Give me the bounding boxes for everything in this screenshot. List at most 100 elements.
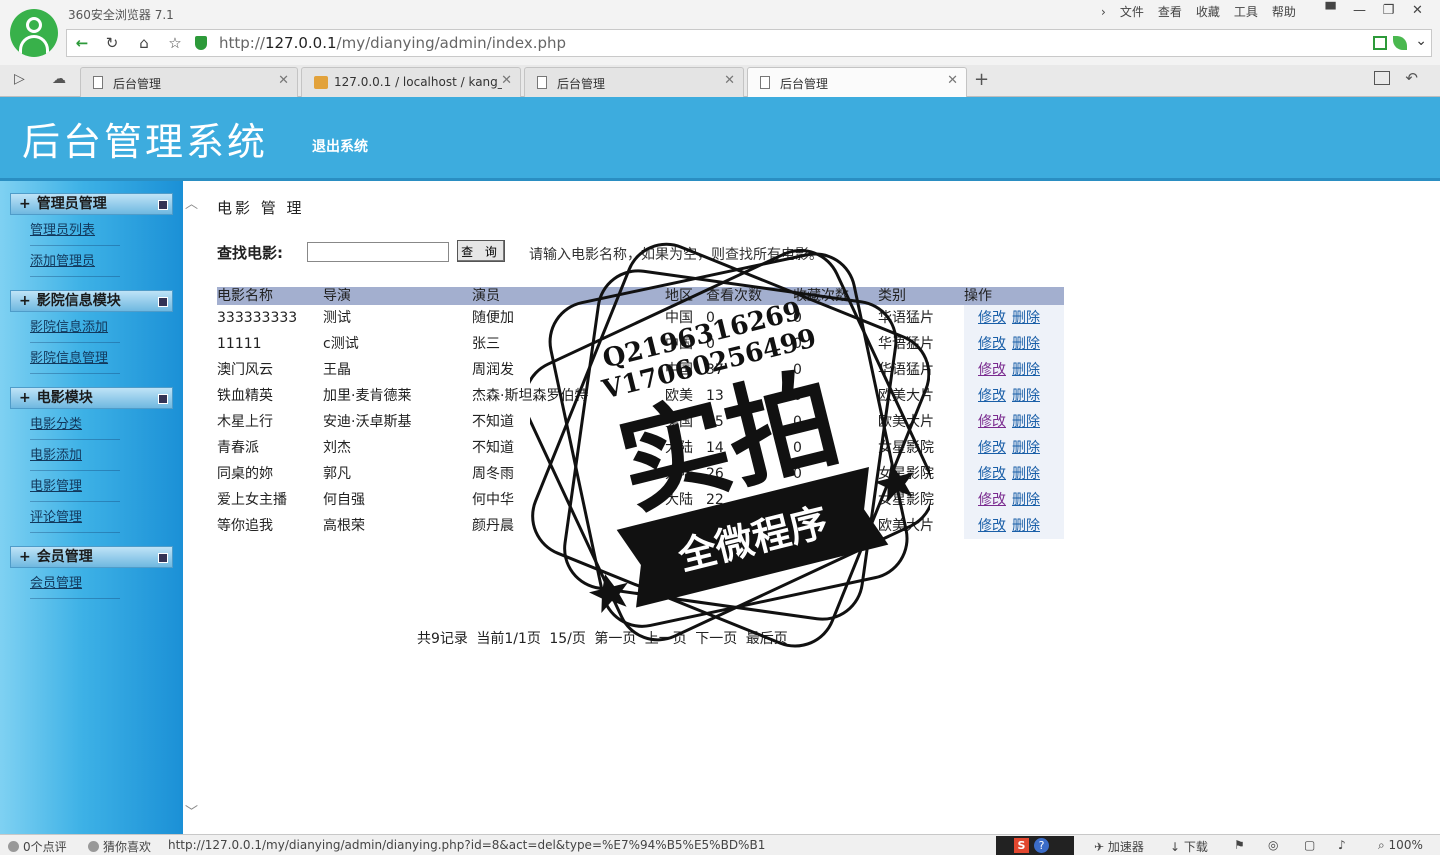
collapse-icon[interactable] [158,394,168,404]
edit-link[interactable]: 修改 [978,518,1006,534]
undo-close-icon[interactable]: ↶ [1405,69,1418,87]
sidebar-group-header[interactable]: + 电影模块 [10,387,173,409]
cloud-icon[interactable]: ☁ [52,71,66,87]
search-button[interactable]: 查 询 [457,240,505,262]
security-shield-icon[interactable] [195,36,207,50]
sidebar-group-header[interactable]: + 影院信息模块 [10,290,173,312]
sidebar-item-member-manage[interactable]: 会员管理 [30,568,120,599]
pager-first[interactable]: 第一页 [594,631,636,647]
collapse-icon[interactable] [158,200,168,210]
edit-link[interactable]: 修改 [978,440,1006,456]
scroll-down-icon[interactable]: ﹀ [185,801,198,820]
window-list-icon[interactable] [1374,71,1390,85]
sidebar-toggle-icon[interactable]: ▷ [14,71,25,87]
tab-3[interactable]: 后台管理 ✕ [524,67,744,97]
refresh-icon[interactable]: ↻ [101,33,123,53]
chevron-down-icon[interactable]: ⌄ [1415,33,1427,49]
pager-next[interactable]: 下一页 [695,631,737,647]
row-actions: 修改 删除 [964,487,1064,513]
sidebar-item-admin-list[interactable]: 管理员列表 [30,215,120,246]
sogou-icon[interactable]: S [1014,838,1029,853]
help-icon[interactable]: ? [1034,838,1049,853]
sidebar-item-add-admin[interactable]: 添加管理员 [30,246,120,277]
pager-prev[interactable]: 上一页 [645,631,687,647]
edit-link[interactable]: 修改 [978,362,1006,378]
delete-link[interactable]: 删除 [1012,414,1040,430]
sidebar-item-movie-add[interactable]: 电影添加 [30,440,120,471]
menu-view[interactable]: 查看 [1151,4,1189,20]
table-cell: 0 [706,310,715,326]
edit-link[interactable]: 修改 [978,466,1006,482]
collapse-icon[interactable] [158,297,168,307]
col-header: 查看次数 [706,287,793,305]
browser-icon[interactable]: ◎ [1268,838,1278,852]
scroll-up-icon[interactable]: ︿ [185,193,198,212]
tab-close-icon[interactable]: ✕ [501,73,512,88]
sidebar-item-cinema-manage[interactable]: 影院信息管理 [30,343,120,374]
delete-link[interactable]: 删除 [1012,492,1040,508]
table-row: 铁血精英 加里·麦肯德莱 杰森·斯坦森罗伯特 欧美 13 0 欧美大片 修改 删除 [217,383,1064,409]
accelerator-button[interactable]: ✈ 加速器 [1094,838,1144,855]
menu-more-icon[interactable]: › [1094,4,1113,20]
delete-link[interactable]: 删除 [1012,310,1040,326]
close-window-icon[interactable]: ✕ [1403,2,1432,20]
sidebar-group-header[interactable]: + 会员管理 [10,546,173,568]
table-cell: 0 [793,518,802,534]
home-icon[interactable]: ⌂ [133,33,155,53]
skin-icon[interactable]: ▀ [1316,2,1345,20]
speaker-icon[interactable]: ♪ [1338,838,1346,852]
tab-1[interactable]: 后台管理 ✕ [80,67,298,97]
comments-status[interactable]: 0个点评 [8,838,67,855]
qr-code-icon[interactable] [1373,36,1387,50]
edit-link[interactable]: 修改 [978,414,1006,430]
sidebar-item-cinema-add[interactable]: 影院信息添加 [30,312,120,343]
restore-icon[interactable]: ❐ [1374,2,1403,20]
delete-link[interactable]: 删除 [1012,518,1040,534]
download-button[interactable]: ↓ 下载 [1170,838,1208,855]
edit-link[interactable]: 修改 [978,492,1006,508]
zoom-level[interactable]: ⌕ 100% [1378,838,1423,853]
delete-link[interactable]: 删除 [1012,466,1040,482]
new-tab-button[interactable]: + [974,69,989,90]
table-cell: 澳门风云 [217,362,273,378]
delete-link[interactable]: 删除 [1012,362,1040,378]
search-input[interactable] [307,242,449,262]
page-title: 电影 管 理 [217,199,305,217]
ime-toolbar[interactable]: S? [996,836,1074,855]
tab-2[interactable]: 127.0.0.1 / localhost / kang_ ✕ [301,67,521,97]
minimize-icon[interactable]: — [1345,2,1374,20]
guess-like-status[interactable]: 猜你喜欢 [88,838,151,855]
menu-file[interactable]: 文件 [1113,4,1151,20]
table-cell: 中国 [665,310,693,326]
sidebar-item-comment-manage[interactable]: 评论管理 [30,502,120,533]
table-cell: 0 [793,336,802,352]
star-icon[interactable]: ☆ [164,33,186,53]
pager-last[interactable]: 最后页 [746,631,788,647]
window-icon[interactable]: ▢ [1304,838,1315,852]
edit-link[interactable]: 修改 [978,336,1006,352]
menu-tools[interactable]: 工具 [1227,4,1265,20]
back-arrow-icon[interactable]: ← [71,33,93,53]
delete-link[interactable]: 删除 [1012,440,1040,456]
sidebar-item-movie-category[interactable]: 电影分类 [30,409,120,440]
user-avatar-icon[interactable] [10,9,58,57]
tab-4-active[interactable]: 后台管理 ✕ [747,67,967,97]
edit-link[interactable]: 修改 [978,310,1006,326]
table-cell: 大陆 [665,492,693,508]
flag-icon[interactable]: ⚑ [1234,838,1245,852]
collapse-icon[interactable] [158,553,168,563]
tab-close-icon[interactable]: ✕ [278,73,289,88]
comment-icon [8,841,19,852]
sidebar-item-movie-manage[interactable]: 电影管理 [30,471,120,502]
sidebar-group-header[interactable]: + 管理员管理 [10,193,173,215]
edit-link[interactable]: 修改 [978,388,1006,404]
delete-link[interactable]: 删除 [1012,336,1040,352]
tab-close-icon[interactable]: ✕ [947,73,958,88]
tab-close-icon[interactable]: ✕ [724,73,735,88]
address-bar[interactable]: http://127.0.0.1/my/dianying/admin/index… [219,34,566,52]
menu-help[interactable]: 帮助 [1265,4,1303,20]
delete-link[interactable]: 删除 [1012,388,1040,404]
leaf-icon[interactable] [1393,36,1407,50]
logout-link[interactable]: 退出系统 [312,136,368,156]
menu-favorites[interactable]: 收藏 [1189,4,1227,20]
